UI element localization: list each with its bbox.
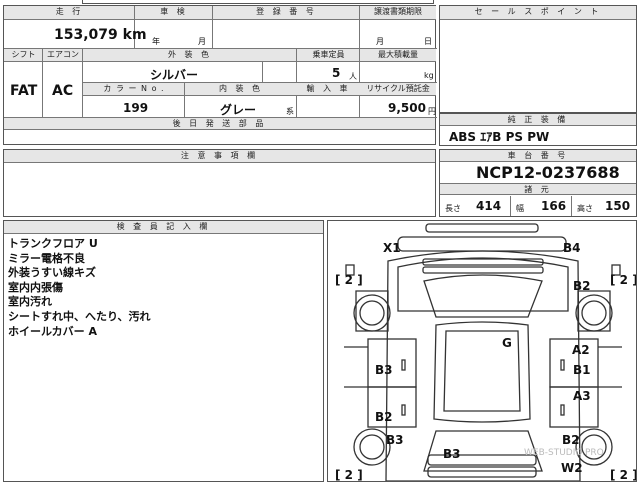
chassis-box: 車 台 番 号 NCP12-0237688 諸 元 長さ 414 幅 166 高… bbox=[439, 149, 637, 217]
recycle-unit: 円 bbox=[428, 107, 436, 116]
header-chassis: 車 台 番 号 bbox=[440, 150, 636, 162]
equipment-value: ABS ｴｱB PS PW bbox=[449, 130, 550, 144]
label-a3: A3 bbox=[573, 389, 591, 403]
header-interior-color: 内 装 色 bbox=[185, 83, 297, 96]
inspector-note: シートすれ中、へたり、汚れ bbox=[8, 309, 151, 323]
header-transfer: 譲渡書類期限 bbox=[360, 6, 436, 20]
inspector-note: ミラー電格不良 bbox=[8, 251, 85, 265]
height-label: 高さ bbox=[577, 204, 593, 213]
width-value: 166 bbox=[541, 199, 567, 213]
label-a2: A2 bbox=[572, 343, 590, 357]
height-value: 150 bbox=[605, 199, 631, 213]
length-value: 414 bbox=[476, 199, 502, 213]
label-b2-rear: B2 bbox=[562, 433, 580, 447]
color-no-value: 199 bbox=[123, 101, 149, 115]
transfer-month-unit: 月 bbox=[376, 37, 384, 46]
aircon-value: AC bbox=[52, 83, 74, 99]
interior-suffix: 系 bbox=[286, 107, 294, 116]
header-color-no: カ ラ ー N o . bbox=[83, 83, 185, 96]
inspection-year-unit: 年 bbox=[152, 37, 160, 46]
chassis-value: NCP12-0237688 bbox=[476, 163, 620, 182]
label-b1: B1 bbox=[573, 363, 591, 377]
mileage-value: 153,079 km bbox=[54, 27, 147, 43]
header-registration: 登 録 番 号 bbox=[213, 6, 360, 20]
header-inspection: 車 検 bbox=[135, 6, 213, 20]
label-b2-top: B2 bbox=[573, 279, 591, 293]
car-diagram-box: X1 B4 B2 [ 2 ] [ 2 ] G A2 B1 A3 B3 B2 B3… bbox=[327, 220, 637, 482]
header-import: 輸 入 車 bbox=[297, 83, 360, 96]
shift-value: FAT bbox=[10, 83, 38, 99]
header-exterior-color: 外 装 色 bbox=[83, 49, 297, 62]
recycle-fee-value: 9,500 bbox=[388, 101, 426, 115]
inspection-month-unit: 月 bbox=[198, 37, 206, 46]
equipment-box: 純 正 装 備 ABS ｴｱB PS PW bbox=[439, 113, 637, 146]
capacity-unit: 人 bbox=[349, 72, 357, 81]
vehicle-info-table: 走 行 車 検 登 録 番 号 譲渡書類期限 153,079 km 年 月 月 … bbox=[3, 5, 437, 145]
max-load-unit: kg bbox=[424, 71, 434, 80]
label-w2: W2 bbox=[561, 461, 583, 475]
capacity-value: 5 bbox=[332, 66, 341, 80]
watermark: WEB-STUDIO.PRO bbox=[524, 448, 604, 458]
header-capacity: 乗車定員 bbox=[297, 49, 360, 62]
notes-box: 注 意 事 項 欄 bbox=[3, 149, 436, 217]
header-inspector: 検 査 員 記 入 欄 bbox=[4, 221, 323, 234]
label-b3-rear-left: B3 bbox=[386, 433, 404, 447]
header-equipment: 純 正 装 備 bbox=[440, 114, 636, 126]
inspector-note: 室内汚れ bbox=[8, 295, 52, 309]
label-b3-left: B3 bbox=[375, 363, 393, 377]
header-recycle: リサイクル預託金 bbox=[360, 83, 436, 96]
label-b3-rear: B3 bbox=[443, 447, 461, 461]
length-label: 長さ bbox=[445, 204, 461, 213]
sales-point-box: セ ー ル ス ポ イ ン ト bbox=[439, 5, 637, 113]
header-mileage: 走 行 bbox=[4, 6, 135, 20]
inspector-notes-list: トランクフロア U ミラー電格不良 外装うすい線キズ 室内内張傷 室内汚れ シー… bbox=[8, 237, 151, 339]
header-shift: シフト bbox=[4, 49, 43, 62]
inspector-note: 外装うすい線キズ bbox=[8, 266, 96, 280]
label-b2-left: B2 bbox=[375, 410, 393, 424]
top-strip bbox=[82, 0, 434, 4]
label-tire-fl: [ 2 ] bbox=[335, 273, 363, 287]
label-x1: X1 bbox=[383, 241, 401, 255]
label-g: G bbox=[502, 336, 512, 350]
transfer-day-unit: 日 bbox=[424, 37, 432, 46]
inspector-note: トランクフロア U bbox=[8, 237, 98, 250]
inspector-notes-box: 検 査 員 記 入 欄 トランクフロア U ミラー電格不良 外装うすい線キズ 室… bbox=[3, 220, 324, 482]
exterior-color-value: シルバー bbox=[150, 68, 199, 82]
header-sales-point: セ ー ル ス ポ イ ン ト bbox=[440, 6, 636, 20]
car-diagram: X1 B4 B2 [ 2 ] [ 2 ] G A2 B1 A3 B3 B2 B3… bbox=[335, 223, 637, 481]
header-later-docs: 後 日 発 送 部 品 bbox=[4, 118, 435, 130]
header-aircon: エアコン bbox=[43, 49, 83, 62]
inspector-note: ホイールカバー A bbox=[8, 324, 98, 338]
label-tire-fr: [ 2 ] bbox=[610, 273, 637, 287]
inspector-note: 室内内張傷 bbox=[8, 280, 63, 294]
interior-color-value: グレー bbox=[220, 103, 257, 117]
header-dimensions: 諸 元 bbox=[440, 183, 636, 195]
width-label: 幅 bbox=[516, 204, 524, 213]
label-b4: B4 bbox=[563, 241, 581, 255]
header-notes: 注 意 事 項 欄 bbox=[4, 150, 435, 163]
header-max-load: 最大積載量 bbox=[360, 49, 436, 62]
